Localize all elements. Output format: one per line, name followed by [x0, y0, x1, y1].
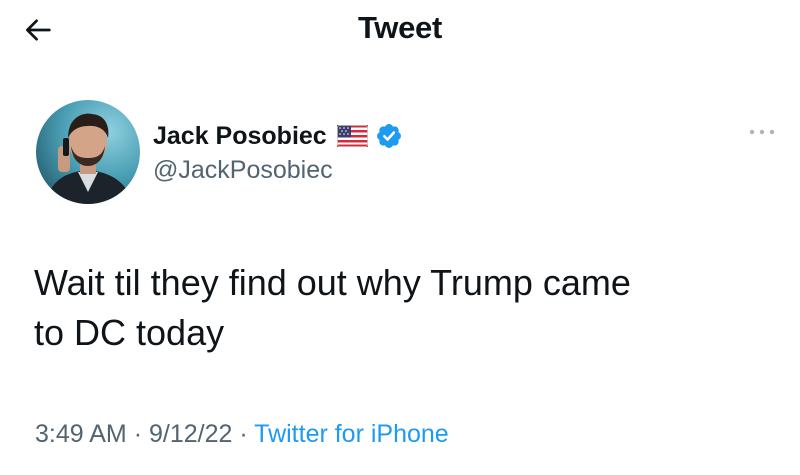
tweet-metadata: 3:49 AM · 9/12/22 · Twitter for iPhone [35, 420, 449, 449]
meta-separator: · [239, 420, 248, 448]
meta-separator: · [133, 420, 143, 448]
tweet-time[interactable]: 3:49 AM [35, 420, 127, 448]
author-display-name[interactable]: Jack Posobiec [153, 122, 327, 151]
verified-badge-icon [375, 122, 403, 150]
more-dots-icon [749, 129, 775, 135]
page-title: Tweet [357, 10, 443, 45]
avatar[interactable] [36, 100, 140, 204]
tweet-author: Jack Posobiec @JackPosobiec [153, 118, 403, 185]
tweet-text-line: Wait til they find out why Trump came [34, 262, 631, 303]
tweet-date[interactable]: 9/12/22 [149, 420, 232, 448]
top-bar: Tweet [0, 0, 800, 60]
more-options-button[interactable] [746, 122, 778, 142]
us-flag-icon [336, 125, 368, 147]
tweet-text-line: to DC today [34, 312, 225, 353]
author-handle[interactable]: @JackPosobiec [153, 156, 403, 185]
author-name-row: Jack Posobiec [153, 118, 403, 154]
tweet-text: Wait til they find out why Trump came to… [34, 258, 784, 358]
tweet-source-link[interactable]: Twitter for iPhone [254, 420, 449, 448]
